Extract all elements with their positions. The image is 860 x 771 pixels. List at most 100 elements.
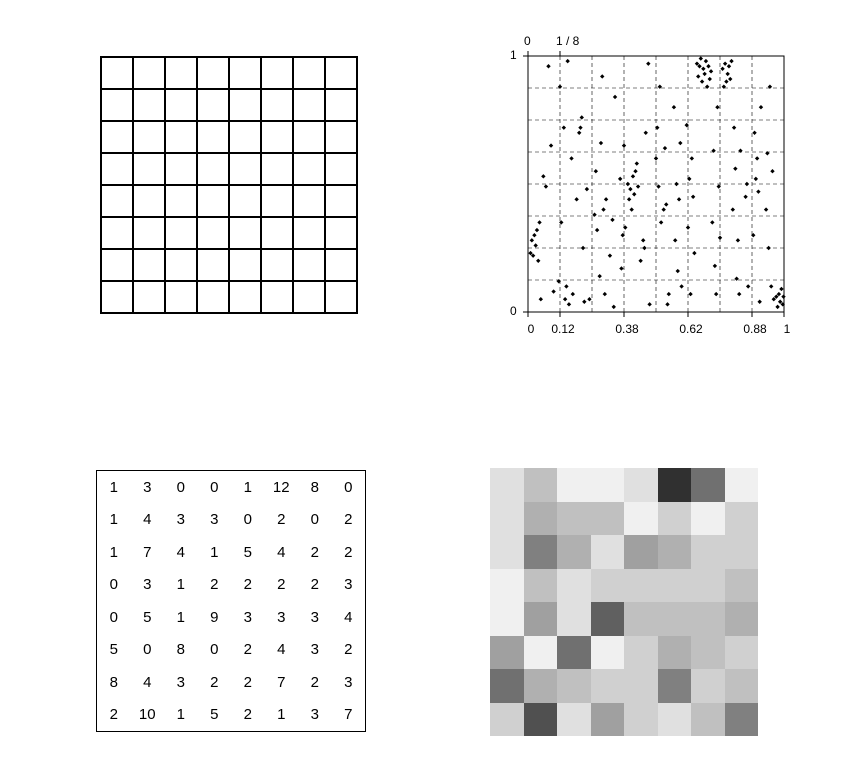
heat-cell [658,602,692,636]
heat-cell [624,535,658,569]
count-cell: 1 [97,504,131,537]
top-tick-label: 0 [524,34,531,48]
count-cell: 0 [332,471,366,504]
count-cell: 4 [131,666,165,699]
grid-cell [325,185,357,217]
heat-cell [557,602,591,636]
count-cell: 2 [231,699,265,732]
heat-cell [557,703,591,737]
grid-cell [165,217,197,249]
heat-cell [691,636,725,670]
heat-cell [591,669,625,703]
count-cell: 1 [164,601,198,634]
heat-cell [490,535,524,569]
count-cell: 3 [298,601,332,634]
count-cell: 0 [298,504,332,537]
grid-cell [101,57,133,89]
heat-cell [725,468,759,502]
grid-cell [101,185,133,217]
count-cell: 2 [298,569,332,602]
grid-cell [293,153,325,185]
heat-cell [624,669,658,703]
grid-cell [293,281,325,313]
grid-cell [197,281,229,313]
grid-cell [101,121,133,153]
count-cell: 1 [97,536,131,569]
grid-cell [101,153,133,185]
heat-cell [524,669,558,703]
heat-cell [490,636,524,670]
count-cell: 7 [265,666,299,699]
count-cell: 5 [131,601,165,634]
grid-cell [197,185,229,217]
count-cell: 4 [131,504,165,537]
grid-cell [261,249,293,281]
heat-cell [624,602,658,636]
count-cell: 4 [265,634,299,667]
grid-cell [261,121,293,153]
heat-cell [725,569,759,603]
count-cell: 4 [164,536,198,569]
count-cell: 2 [332,536,366,569]
heat-cell [591,535,625,569]
y-tick-label: 0 [510,304,517,318]
count-cell: 3 [164,504,198,537]
grid-cell [261,57,293,89]
heat-cell [524,602,558,636]
grid-cell [293,121,325,153]
grid-cell [133,121,165,153]
x-tick-label: 1 [772,322,802,336]
count-cell: 4 [265,536,299,569]
grid-cell [133,217,165,249]
heat-cell [490,703,524,737]
heat-cell [591,569,625,603]
x-tick-label: 0.88 [740,322,770,336]
count-cell: 5 [97,634,131,667]
grid-cell [133,185,165,217]
count-cell: 7 [131,536,165,569]
x-tick-label: 0.12 [548,322,578,336]
grid-cell [325,121,357,153]
empty-grid-8x8 [100,56,358,314]
count-cell: 1 [97,471,131,504]
grid-cell [229,89,261,121]
count-cell: 2 [231,666,265,699]
count-cell: 10 [131,699,165,732]
grid-cell [229,57,261,89]
grid-cell [293,57,325,89]
grid-cell [261,217,293,249]
grid-cell [101,217,133,249]
heat-cell [658,669,692,703]
count-cell: 3 [332,666,366,699]
heat-cell [557,669,591,703]
heat-cell [725,535,759,569]
heat-cell [658,468,692,502]
heat-cell [691,502,725,536]
grid-cell [293,217,325,249]
count-cell: 0 [131,634,165,667]
count-cell: 3 [265,601,299,634]
heat-cell [658,569,692,603]
count-cell: 8 [164,634,198,667]
grid-cell [133,153,165,185]
count-cell: 3 [198,504,232,537]
grid-cell [133,89,165,121]
heat-cell [691,569,725,603]
count-cell: 3 [332,569,366,602]
heat-cell [557,636,591,670]
heat-cell [557,535,591,569]
grid-cell [293,185,325,217]
count-cell: 3 [164,666,198,699]
grid-cell [165,89,197,121]
grid-cell [229,185,261,217]
count-cell: 1 [164,699,198,732]
heat-cell [591,468,625,502]
count-cell: 2 [332,634,366,667]
count-table: 1300112801433020217415422031222230519333… [96,470,366,732]
count-cell: 2 [231,569,265,602]
count-cell: 1 [164,569,198,602]
grid-cell [165,121,197,153]
heat-cell [624,703,658,737]
heat-cell [725,636,759,670]
count-cell: 0 [231,504,265,537]
